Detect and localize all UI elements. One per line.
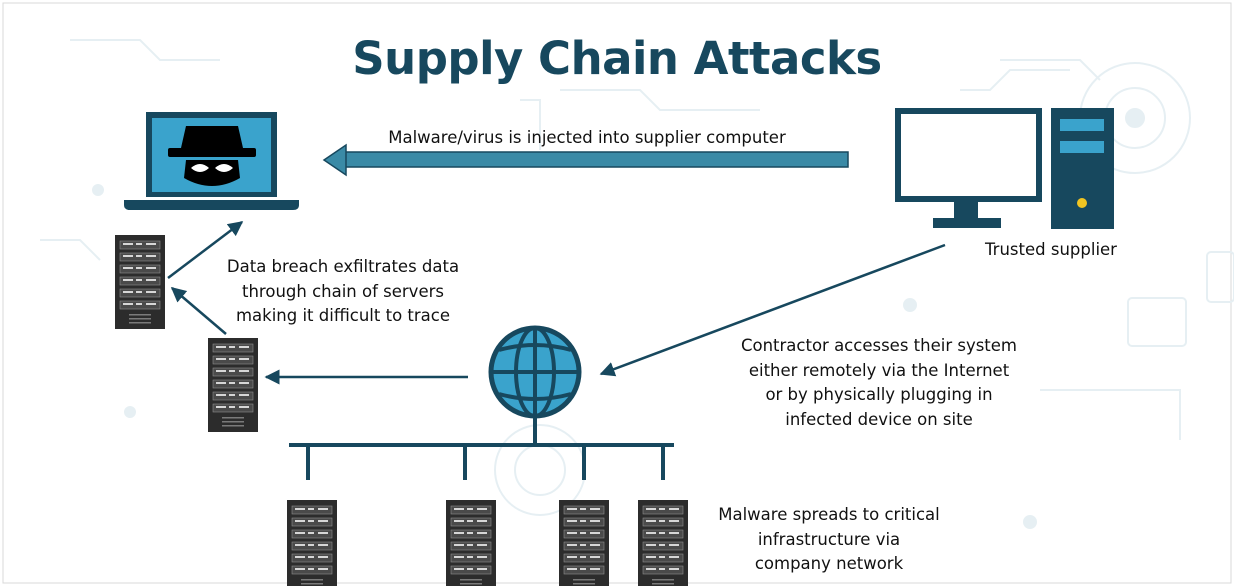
data-breach-caption: Data breach exfiltrates data through cha… — [226, 257, 460, 325]
hacker-laptop-icon — [124, 112, 299, 210]
globe-icon — [488, 325, 582, 419]
server-rack-icon — [114, 234, 166, 330]
server-rack-icon — [445, 499, 497, 586]
malware-injected-caption: Malware/virus is injected into supplier … — [388, 128, 786, 147]
server-rack-icon — [207, 337, 259, 433]
network-bus — [289, 416, 674, 480]
server-rack-icon — [637, 499, 689, 586]
diagram — [114, 108, 1114, 586]
malware-spreads-caption: Malware spreads to critical infrastructu… — [718, 505, 940, 573]
server-rack-icon — [558, 499, 610, 586]
desktop-computer-icon — [895, 108, 1114, 229]
server-rack-icon — [286, 499, 338, 586]
slide: Supply Chain Attacks Malware/virus is in… — [0, 0, 1234, 586]
server-to-server-arrow — [170, 287, 227, 335]
contractor-access-caption: Contractor accesses their system either … — [740, 336, 1018, 429]
trusted-supplier-caption: Trusted supplier — [985, 240, 1117, 259]
